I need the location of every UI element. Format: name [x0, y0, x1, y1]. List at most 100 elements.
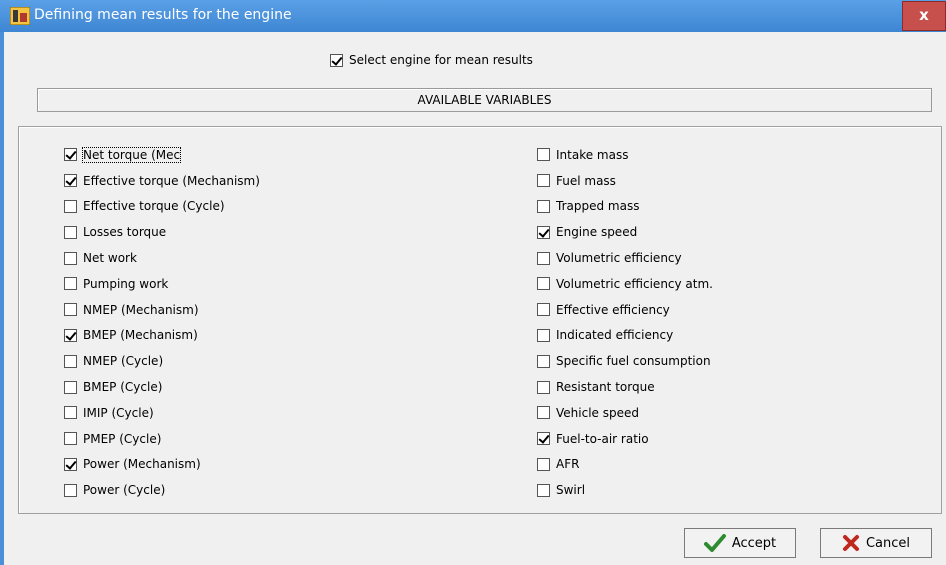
variable-label: IMIP (Cycle) [83, 405, 154, 420]
variable-label: Net torque (Mec [81, 146, 182, 163]
variable-option[interactable]: Effective torque (Mechanism) [64, 168, 260, 194]
variable-label: Effective torque (Mechanism) [83, 173, 260, 188]
cancel-button[interactable]: Cancel [820, 528, 932, 558]
variable-label: Losses torque [83, 225, 167, 240]
variable-option[interactable]: Indicated efficiency [537, 323, 713, 349]
available-variables-header: AVAILABLE VARIABLES [37, 88, 932, 112]
select-engine-row[interactable]: Select engine for mean results [330, 51, 533, 69]
variable-checkbox[interactable] [537, 406, 550, 420]
variable-checkbox[interactable] [537, 432, 550, 446]
variable-checkbox[interactable] [64, 277, 77, 291]
variable-option[interactable]: Fuel-to-air ratio [537, 426, 713, 452]
variable-option[interactable]: Power (Mechanism) [64, 452, 260, 478]
variable-option[interactable]: BMEP (Mechanism) [64, 323, 260, 349]
variable-label: Effective torque (Cycle) [83, 199, 225, 214]
variable-option[interactable]: Losses torque [64, 219, 260, 245]
cancel-label: Cancel [865, 535, 911, 551]
variable-checkbox[interactable] [537, 225, 550, 239]
variable-option[interactable]: Effective torque (Cycle) [64, 194, 260, 220]
variable-option[interactable]: Resistant torque [537, 374, 713, 400]
variable-option[interactable]: Trapped mass [537, 194, 713, 220]
variable-label: Volumetric efficiency atm. [556, 276, 713, 291]
app-icon [10, 7, 30, 25]
accept-label: Accept [731, 535, 777, 551]
variable-option[interactable]: Net torque (Mec [64, 142, 260, 168]
variable-option[interactable]: PMEP (Cycle) [64, 426, 260, 452]
variable-label: Trapped mass [556, 199, 640, 214]
variable-option[interactable]: Intake mass [537, 142, 713, 168]
variable-option[interactable]: Net work [64, 245, 260, 271]
select-engine-label: Select engine for mean results [349, 53, 533, 67]
accept-button[interactable]: Accept [684, 528, 796, 558]
variable-checkbox[interactable] [64, 303, 77, 317]
variable-label: Engine speed [556, 225, 638, 240]
variable-checkbox[interactable] [64, 406, 77, 420]
checkmark-icon [703, 534, 726, 552]
select-engine-checkbox[interactable] [330, 53, 343, 67]
variable-option[interactable]: AFR [537, 452, 713, 478]
variable-option[interactable]: Vehicle speed [537, 400, 713, 426]
title-bar: Defining mean results for the engine x [0, 0, 946, 32]
variable-option[interactable]: Swirl [537, 477, 713, 503]
variable-option[interactable]: NMEP (Cycle) [64, 348, 260, 374]
variable-checkbox[interactable] [64, 328, 77, 342]
variable-option[interactable]: IMIP (Cycle) [64, 400, 260, 426]
variable-label: Net work [83, 251, 137, 266]
variable-checkbox[interactable] [64, 225, 77, 239]
variable-checkbox[interactable] [64, 148, 77, 162]
variable-option[interactable]: Power (Cycle) [64, 477, 260, 503]
variable-checkbox[interactable] [537, 174, 550, 188]
variable-checkbox[interactable] [64, 354, 77, 368]
variable-label: Swirl [556, 483, 586, 498]
variable-label: Fuel mass [556, 173, 616, 188]
window-title: Defining mean results for the engine [34, 7, 292, 23]
right-variable-column: Intake mass Fuel mass Trapped mass Engine s… [537, 142, 713, 503]
variable-checkbox[interactable] [537, 251, 550, 265]
variable-label: NMEP (Cycle) [83, 354, 164, 369]
variable-checkbox[interactable] [64, 457, 77, 471]
cross-icon [842, 535, 859, 551]
variable-checkbox[interactable] [537, 380, 550, 394]
variable-label: Intake mass [556, 147, 629, 162]
variable-checkbox[interactable] [537, 199, 550, 213]
variable-checkbox[interactable] [64, 432, 77, 446]
variable-label: PMEP (Cycle) [83, 431, 162, 446]
variable-label: Pumping work [83, 276, 169, 291]
variable-checkbox[interactable] [64, 380, 77, 394]
variable-option[interactable]: NMEP (Mechanism) [64, 297, 260, 323]
variable-label: Volumetric efficiency [556, 251, 682, 266]
variable-option[interactable]: Engine speed [537, 219, 713, 245]
variable-option[interactable]: Specific fuel consumption [537, 348, 713, 374]
variable-checkbox[interactable] [64, 483, 77, 497]
variable-checkbox[interactable] [537, 328, 550, 342]
variable-label: Vehicle speed [556, 405, 639, 420]
variable-option[interactable]: Effective efficiency [537, 297, 713, 323]
variable-label: Power (Mechanism) [83, 457, 201, 472]
variable-label: AFR [556, 457, 580, 472]
variable-label: Specific fuel consumption [556, 354, 711, 369]
variable-option[interactable]: Volumetric efficiency atm. [537, 271, 713, 297]
variable-checkbox[interactable] [537, 354, 550, 368]
variable-option[interactable]: Fuel mass [537, 168, 713, 194]
variables-panel: Net torque (Mec Effective torque (Mechani… [18, 126, 942, 514]
variable-label: Power (Cycle) [83, 483, 166, 498]
left-variable-column: Net torque (Mec Effective torque (Mechani… [64, 142, 260, 503]
variable-checkbox[interactable] [64, 251, 77, 265]
variable-checkbox[interactable] [537, 303, 550, 317]
variable-checkbox[interactable] [64, 174, 77, 188]
close-button[interactable]: x [902, 1, 946, 31]
variable-option[interactable]: Pumping work [64, 271, 260, 297]
variable-label: Fuel-to-air ratio [556, 431, 649, 446]
variable-checkbox[interactable] [537, 483, 550, 497]
variable-label: BMEP (Cycle) [83, 380, 163, 395]
variable-checkbox[interactable] [64, 199, 77, 213]
variable-label: BMEP (Mechanism) [83, 328, 198, 343]
variable-label: Resistant torque [556, 380, 655, 395]
window-left-border [0, 32, 4, 565]
variable-checkbox[interactable] [537, 277, 550, 291]
variable-label: Indicated efficiency [556, 328, 674, 343]
variable-option[interactable]: BMEP (Cycle) [64, 374, 260, 400]
variable-option[interactable]: Volumetric efficiency [537, 245, 713, 271]
variable-checkbox[interactable] [537, 148, 550, 162]
variable-checkbox[interactable] [537, 457, 550, 471]
